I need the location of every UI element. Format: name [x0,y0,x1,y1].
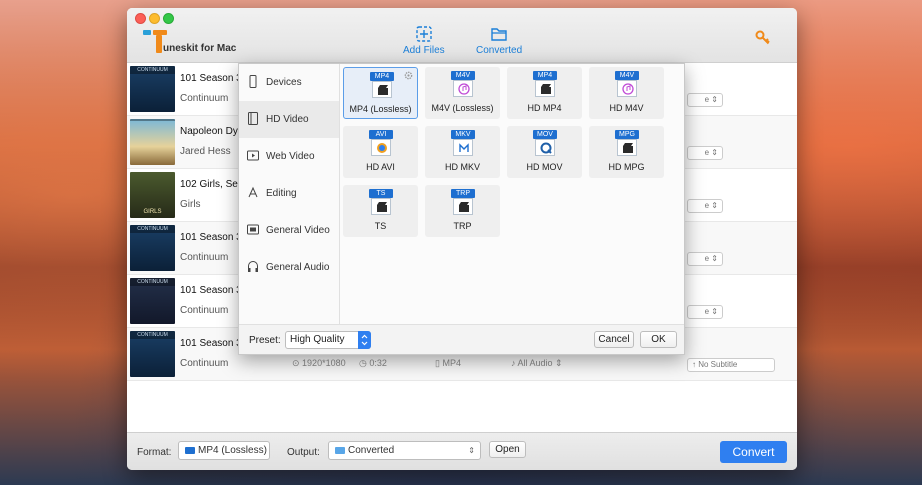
close-window-button[interactable] [135,13,146,24]
subtitle-select[interactable]: e ⇕ [687,146,723,160]
quicktime-icon [540,142,552,154]
item-subtitle: Continuum [180,252,229,263]
editing-icon [248,186,258,198]
preset-select[interactable]: High Quality [285,331,371,349]
subtitle-select[interactable]: e ⇕ [687,199,723,213]
cancel-button[interactable]: Cancel [594,331,634,348]
category-general-video[interactable]: General Video [239,212,339,249]
output-select[interactable]: Converted ⇕ [328,441,481,460]
converted-button[interactable]: Converted [476,26,522,56]
itunes-icon [622,83,634,95]
format-dialog: Devices HD Video Web Video Editing Gener… [238,63,685,355]
open-button[interactable]: Open [489,441,526,458]
item-subtitle: Continuum [180,358,229,369]
app-logo: uneskit for Mac [141,28,251,58]
item-subtitle: Continuum [180,305,229,316]
format-hd-mp4[interactable]: MP4 HD MP4 [507,67,582,119]
format-icon [185,447,195,454]
itunes-icon [458,83,470,95]
category-devices[interactable]: Devices [239,64,339,101]
item-title: 101 Season 3 [180,285,242,296]
clapperboard-icon [623,143,633,153]
clapperboard-icon [541,84,551,94]
folder-icon [335,447,345,454]
mkv-icon [459,143,469,152]
category-editing[interactable]: Editing [239,175,339,212]
format-select[interactable]: MP4 (Lossless) [178,441,270,460]
key-icon[interactable] [755,30,771,46]
category-web-video[interactable]: Web Video [239,138,339,175]
item-title: 101 Season 3 [180,73,242,84]
resolution-text: ⊙ 1920*1080 [292,358,346,368]
hd-video-icon [248,112,258,125]
preset-label: Preset: [249,335,281,346]
audio-select[interactable]: ♪ All Audio ⇕ [511,358,563,369]
add-files-button[interactable]: Add Files [403,26,445,56]
gear-icon[interactable] [404,71,413,80]
subtitle-select[interactable]: e ⇕ [687,252,723,266]
format-trp[interactable]: TRP TRP [425,185,500,237]
video-thumbnail: CONTINUUM [130,278,175,324]
format-grid: MP4 MP4 (Lossless) M4V M4V (Lossless) MP… [341,64,686,326]
clapperboard-icon [377,202,387,212]
video-thumbnail: GIRLS [130,172,175,218]
format-hd-avi[interactable]: AVI HD AVI [343,126,418,178]
item-subtitle: Girls [180,199,201,210]
logo-text: uneskit for Mac [163,43,237,54]
chevron-updown-icon: ⇕ [468,446,475,455]
add-files-icon [416,26,432,42]
general-video-icon [247,224,259,235]
item-subtitle: Jared Hess [180,146,231,157]
subtitle-select[interactable]: e ⇕ [687,305,723,319]
ok-button[interactable]: OK [640,331,677,348]
subtitle-select[interactable]: e ⇕ [687,93,723,107]
item-title: 101 Season 3 [180,232,242,243]
headphones-icon [248,261,258,272]
clapperboard-icon [378,85,388,95]
subtitle-select[interactable]: ↑ No Subtitle [687,358,775,372]
format-text: ▯ MP4 [435,358,461,368]
format-category-list: Devices HD Video Web Video Editing Gener… [239,64,340,326]
item-title: 101 Season 3 [180,338,242,349]
convert-button[interactable]: Convert [720,441,787,463]
video-thumbnail: CONTINUUM [130,225,175,271]
dialog-footer: Preset: High Quality Cancel OK [239,324,684,354]
chevron-updown-icon [358,331,371,349]
duration-text: ◷ 0:32 [359,358,387,368]
format-hd-mpg[interactable]: MPG HD MPG [589,126,664,178]
item-subtitle: Continuum [180,93,229,104]
converted-label: Converted [476,45,523,56]
format-mp4-lossless[interactable]: MP4 MP4 (Lossless) [343,67,418,119]
output-label: Output: [287,447,320,458]
video-thumbnail: CONTINUUM [130,331,175,377]
video-thumbnail: CONTINUUM [130,66,175,112]
format-hd-mov[interactable]: MOV HD MOV [507,126,582,178]
item-title: 102 Girls, Sea [180,179,244,190]
minimize-window-button[interactable] [149,13,160,24]
folder-icon [491,28,507,41]
item-title: Napoleon Dyn [180,126,244,137]
format-hd-mkv[interactable]: MKV HD MKV [425,126,500,178]
video-thumbnail [130,119,175,165]
category-hd-video[interactable]: HD Video [239,101,339,138]
zoom-window-button[interactable] [163,13,174,24]
add-files-label: Add Files [403,45,445,56]
web-video-icon [247,150,259,161]
bottom-bar: Format: MP4 (Lossless) Output: Converted… [127,432,797,470]
toolbar: uneskit for Mac Add Files Converted [127,8,797,63]
category-general-audio[interactable]: General Audio [239,249,339,286]
format-ts[interactable]: TS TS [343,185,418,237]
media-player-icon [377,143,387,153]
phone-icon [249,75,257,88]
clapperboard-icon [459,202,469,212]
format-hd-m4v[interactable]: M4V HD M4V [589,67,664,119]
format-label: Format: [137,447,172,458]
format-m4v-lossless[interactable]: M4V M4V (Lossless) [425,67,500,119]
